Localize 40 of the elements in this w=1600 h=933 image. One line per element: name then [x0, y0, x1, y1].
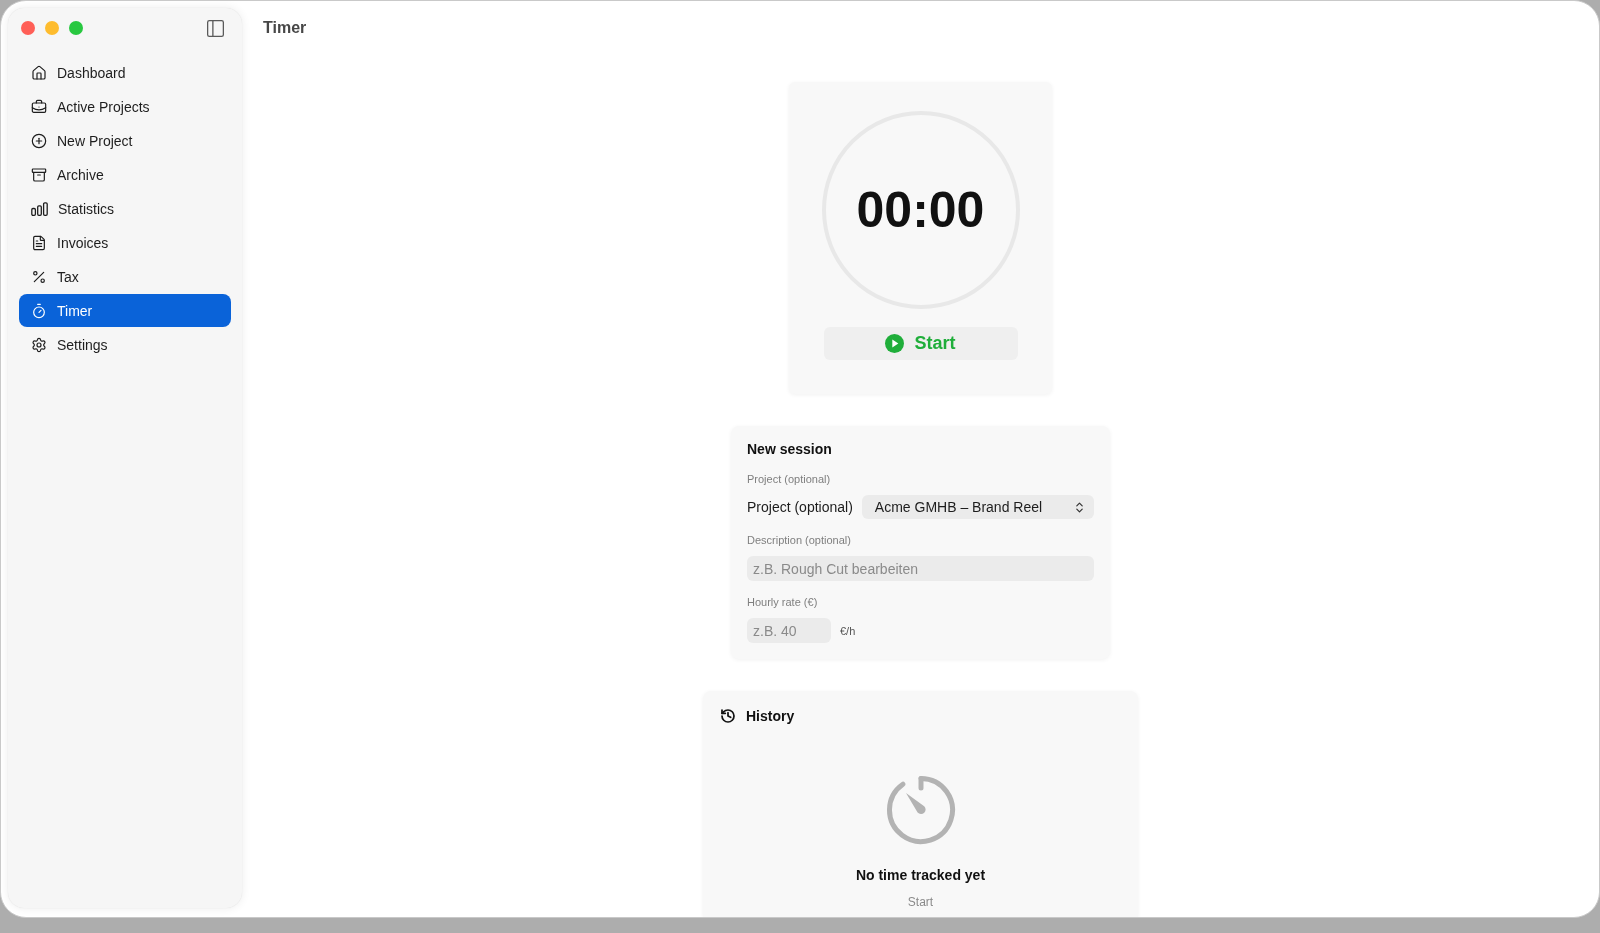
history-icon	[720, 708, 736, 724]
document-icon	[31, 234, 47, 251]
stopwatch-icon	[885, 775, 956, 845]
text-input[interactable]: z.B. Rough Cut bearbeiten	[747, 556, 1094, 581]
sidebar-item[interactable]: Archive	[19, 158, 231, 191]
card-title: History	[746, 707, 795, 725]
plus-circle-icon	[31, 132, 47, 149]
sidebar-item[interactable]: Timer	[19, 294, 231, 327]
field-label: Project (optional)	[747, 472, 832, 486]
timer-display: 00:00	[856, 181, 985, 239]
sidebar-toggle-button[interactable]	[205, 17, 226, 39]
archive-box-icon	[31, 166, 47, 183]
play-icon	[885, 334, 905, 353]
sidebar-item[interactable]: Dashboard	[19, 56, 231, 89]
sidebar-item[interactable]: New Project	[19, 124, 231, 157]
field-label: Description (optional)	[747, 533, 852, 547]
stopwatch-icon	[31, 302, 47, 319]
field-label: Project (optional)	[747, 499, 853, 515]
sidebar-item[interactable]: Tax	[19, 260, 231, 293]
percent-icon	[31, 268, 47, 285]
gear-icon	[31, 336, 47, 353]
bar-chart-icon	[31, 201, 48, 216]
window-close-button[interactable]	[21, 21, 35, 35]
project-select[interactable]: Acme GMHB – Brand Reel	[861, 495, 1094, 519]
sidebar-item[interactable]: Statistics	[19, 192, 231, 225]
sidebar-item[interactable]: Invoices	[19, 226, 231, 259]
window-minimize-button[interactable]	[45, 21, 59, 35]
chevrons-icon	[1073, 500, 1086, 514]
sidebar-item[interactable]: Settings	[19, 328, 231, 361]
sidebar-icon	[205, 17, 226, 39]
house-icon	[31, 64, 47, 81]
sidebar-item[interactable]: Active Projects	[19, 90, 231, 123]
window-title: Timer	[263, 19, 307, 37]
number-input[interactable]: z.B. 40	[747, 618, 831, 643]
briefcase-icon	[31, 98, 47, 115]
card-title: New session	[747, 440, 833, 458]
empty-state-title: No time tracked yet	[855, 867, 986, 883]
unit-label: €/h	[840, 624, 856, 637]
window-zoom-button[interactable]	[69, 21, 83, 35]
field-label: Hourly rate (€)	[747, 595, 819, 609]
